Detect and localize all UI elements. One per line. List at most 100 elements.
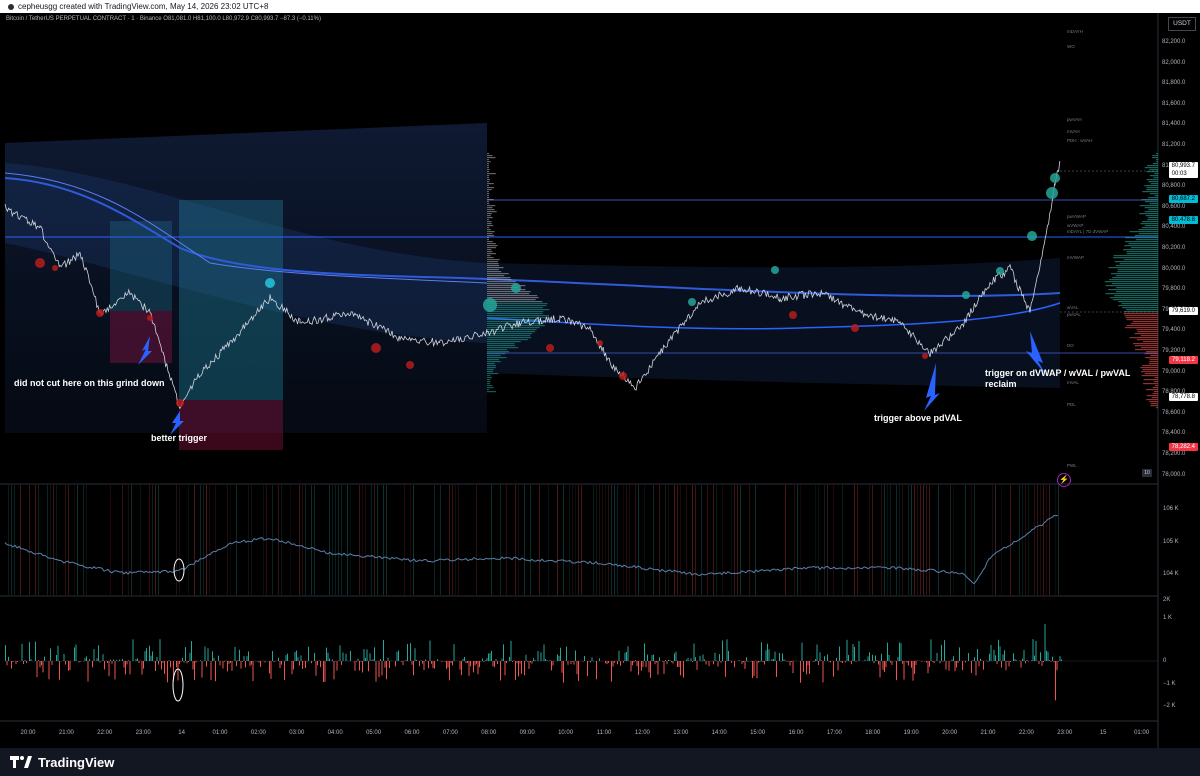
cvd-stripe xyxy=(833,485,834,595)
volume-profile-bar xyxy=(1140,223,1158,225)
delta-bar xyxy=(563,661,564,683)
cvd-stripe xyxy=(365,485,366,595)
volume-profile-bar xyxy=(487,367,496,369)
cvd-stripe xyxy=(377,485,378,595)
volume-profile-bar xyxy=(1126,309,1158,311)
delta-bar xyxy=(803,661,804,672)
volume-profile-bar xyxy=(487,371,493,373)
delta-bar xyxy=(143,661,144,669)
delta-bar xyxy=(879,661,881,678)
volume-profile-bar xyxy=(487,249,492,251)
cvd-stripe xyxy=(971,485,972,595)
delta-bar xyxy=(425,659,426,661)
price-tick: 82,000.0 xyxy=(1162,59,1186,66)
delta-bar xyxy=(467,661,468,664)
delta-bar xyxy=(780,661,782,662)
time-tick: 14:00 xyxy=(711,730,727,736)
delta-bar xyxy=(342,652,344,661)
currency-button[interactable]: USDT xyxy=(1168,17,1196,31)
volume-profile-bar xyxy=(1105,293,1158,295)
delta-bar xyxy=(362,661,363,673)
delta-bar xyxy=(1056,661,1058,671)
volume-profile-bar xyxy=(487,279,512,281)
time-tick: 01:00 xyxy=(1134,730,1150,736)
delta-bar xyxy=(687,657,689,661)
time-tick: 10:00 xyxy=(558,730,574,736)
volume-profile-bar xyxy=(487,257,494,259)
time-tick: 20:00 xyxy=(942,730,958,736)
volume-profile-bar xyxy=(487,225,494,227)
footer-brand: TradingView xyxy=(38,754,115,770)
delta-bar xyxy=(429,640,431,661)
volume-profile-bar xyxy=(1136,339,1158,341)
volume-profile-bar xyxy=(487,163,489,165)
volume-profile-bar xyxy=(1126,251,1158,253)
delta-bar xyxy=(452,661,453,666)
delta-bar xyxy=(567,661,569,665)
cvd-stripe xyxy=(713,485,714,595)
cvd-stripe xyxy=(371,485,372,595)
volume-profile-bar xyxy=(1119,263,1158,265)
volume-profile-bar xyxy=(487,193,490,195)
volume-profile-bar xyxy=(487,311,544,313)
volume-profile-bar xyxy=(487,251,493,253)
volume-profile-bar xyxy=(487,391,496,393)
delta-bar xyxy=(414,648,416,661)
volume-profile-bar xyxy=(1155,161,1158,163)
delta-bar xyxy=(851,661,852,665)
cvd-stripe xyxy=(38,485,39,595)
delta-bar xyxy=(1014,658,1016,661)
tradingview-logo[interactable]: TradingView xyxy=(10,755,114,770)
delta-bar xyxy=(341,661,342,665)
delta-bar xyxy=(189,652,191,661)
delta-bar xyxy=(605,661,606,664)
delta-bar xyxy=(320,661,321,668)
delta-bar xyxy=(671,661,672,663)
delta-tick: 0 xyxy=(1163,658,1167,664)
delta-bar xyxy=(560,647,561,661)
volume-profile-bar xyxy=(487,165,489,167)
cvd-stripe xyxy=(872,485,873,595)
delta-bar xyxy=(486,658,488,661)
volume-profile-bar xyxy=(487,243,496,245)
delta-bar xyxy=(977,648,978,661)
cvd-stripe xyxy=(131,485,132,595)
cvd-stripe xyxy=(635,485,636,595)
symbol-title[interactable]: Bitcoin / TetherUS PERPETUAL CONTRACT · … xyxy=(6,16,321,22)
volume-profile-bar xyxy=(487,361,501,363)
delta-bar xyxy=(833,661,834,677)
delta-bar xyxy=(329,658,330,661)
cvd-stripe xyxy=(938,485,939,595)
volume-profile-bar xyxy=(487,357,507,359)
delta-bar xyxy=(635,660,636,661)
price-tick: 81,200.0 xyxy=(1162,142,1186,148)
trade-bubble xyxy=(922,353,928,359)
cvd-stripe xyxy=(68,485,69,595)
volume-profile-bar xyxy=(487,379,491,381)
badge[interactable]: 10 xyxy=(1142,469,1152,477)
volume-profile-bar xyxy=(1138,229,1158,231)
volume-profile-bar xyxy=(487,199,494,201)
volume-profile-bar xyxy=(1149,203,1158,205)
price-tick: 80,000.0 xyxy=(1162,265,1186,272)
price-tick: 78,000.0 xyxy=(1162,471,1186,478)
cvd-stripe xyxy=(722,485,723,595)
delta-bar xyxy=(434,661,435,669)
cvd-stripe xyxy=(707,485,708,595)
delta-bar xyxy=(1038,661,1040,665)
time-tick: 21:00 xyxy=(980,730,996,736)
delta-bar xyxy=(921,661,923,662)
cvd-stripe xyxy=(410,485,411,595)
volume-profile-bar xyxy=(1145,389,1158,391)
volume-profile-bar xyxy=(1142,341,1158,343)
delta-bar xyxy=(411,661,413,665)
delta-bar xyxy=(1052,656,1053,661)
cvd-stripe xyxy=(311,485,312,595)
lightning-icon[interactable]: ⚡ xyxy=(1057,473,1071,487)
delta-bar xyxy=(383,639,384,661)
delta-bar xyxy=(108,661,110,677)
chart-canvas[interactable] xyxy=(0,13,1200,748)
chart-area[interactable]: Bitcoin / TetherUS PERPETUAL CONTRACT · … xyxy=(0,13,1200,748)
delta-bar xyxy=(771,658,773,661)
delta-bar xyxy=(102,654,104,661)
